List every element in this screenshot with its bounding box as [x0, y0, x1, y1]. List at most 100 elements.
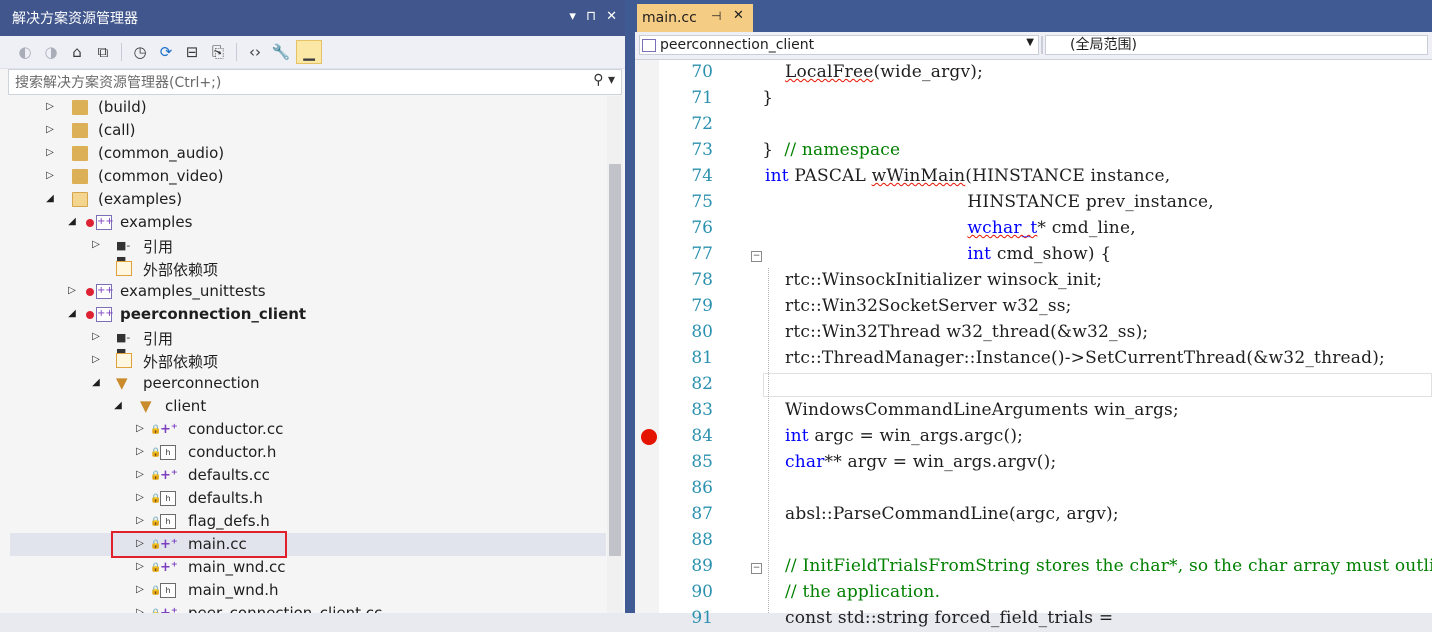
chevron-down-icon[interactable]: ▼ [1026, 37, 1034, 48]
preview-selected-items-icon[interactable]: ▁ [296, 40, 322, 64]
collapsed-arrow-icon[interactable]: ▷ [44, 101, 56, 112]
collapsed-arrow-icon[interactable]: ▷ [134, 492, 146, 503]
code-line[interactable]: 74 int PASCAL wWinMain(HINSTANCE instance… [635, 164, 1432, 190]
tree-scrollbar-thumb[interactable] [609, 164, 621, 556]
code-line[interactable]: 89 − // InitFieldTrialsFromString stores t… [635, 554, 1432, 580]
code-line[interactable]: 87 absl::ParseCommandLine(argc, argv); [635, 502, 1432, 528]
collapsed-arrow-icon[interactable]: ▷ [90, 331, 102, 342]
collapse-region-icon[interactable]: − [751, 251, 762, 262]
code-line[interactable]: 71} [635, 86, 1432, 112]
collapsed-arrow-icon[interactable]: ▷ [90, 239, 102, 250]
back-icon[interactable]: ◐ [14, 41, 36, 63]
breakpoint-icon[interactable] [641, 429, 657, 445]
line-number: 73 [691, 140, 713, 160]
tree-item[interactable]: ▷ 🔒 +⁺ defaults.cc [10, 464, 606, 487]
collapsed-arrow-icon[interactable]: ▷ [134, 446, 146, 457]
tree-item[interactable]: ▷ (build) [10, 96, 606, 119]
code-line[interactable]: 84 int argc = win_args.argc(); [635, 424, 1432, 450]
solution-explorer-title: 解决方案资源管理器 [12, 11, 138, 27]
code-line[interactable]: 79 rtc::Win32SocketServer w32_ss; [635, 294, 1432, 320]
code-line[interactable]: 78 rtc::WinsockInitializer winsock_init; [635, 268, 1432, 294]
show-all-files-icon[interactable]: ⎘ [207, 41, 229, 63]
code-line[interactable]: 82 [635, 372, 1432, 398]
tree-item[interactable]: ▷ 🔒 +⁺ conductor.cc [10, 418, 606, 441]
tree-item-label: (build) [98, 98, 147, 116]
code-line[interactable]: 91 const std::string forced_field_trials … [635, 606, 1432, 632]
collapsed-arrow-icon[interactable]: ▷ [90, 354, 102, 365]
tree-item[interactable]: ▷ (call) [10, 119, 606, 142]
tree-item[interactable]: 外部依赖项 [10, 257, 606, 280]
code-line[interactable]: 86 [635, 476, 1432, 502]
search-icon[interactable]: ⚲ ▾ [593, 72, 615, 88]
tree-item-label: 外部依赖项 [143, 353, 219, 371]
expanded-arrow-icon[interactable]: ◢ [44, 193, 56, 204]
tree-item[interactable]: ▷ 🔒 h main_wnd.h [10, 579, 606, 602]
solution-explorer-search-input[interactable]: 搜索解决方案资源管理器(Ctrl+;) ⚲ ▾ [8, 69, 622, 95]
tree-item[interactable]: ▷ 外部依赖项 [10, 349, 606, 372]
tree-item[interactable]: ▷ (common_audio) [10, 142, 606, 165]
switch-views-icon[interactable]: ⧉ [92, 41, 114, 63]
tree-item[interactable]: ▷ ■-■ 引用 [10, 326, 606, 359]
code-line[interactable]: 76 wchar_t* cmd_line, [635, 216, 1432, 242]
collapsed-arrow-icon[interactable]: ▷ [134, 607, 146, 613]
collapse-region-icon[interactable]: − [751, 563, 762, 574]
tree-item[interactable]: ▷ ++ examples_unittests [10, 280, 606, 303]
tree-item[interactable]: ▷🔒+⁺peer_connection_client.cc [10, 602, 606, 613]
project-dropdown[interactable]: peerconnection_client ▼ [639, 35, 1039, 55]
tab-close-icon[interactable]: ✕ [733, 8, 744, 23]
code-area[interactable]: 70 LocalFree(wide_argv); 71} 72 73} // names… [635, 60, 1432, 628]
expanded-arrow-icon[interactable]: ◢ [66, 216, 78, 227]
collapsed-arrow-icon[interactable]: ▷ [134, 469, 146, 480]
collapse-all-icon[interactable]: ⊟ [181, 41, 203, 63]
code-line[interactable]: 88 [635, 528, 1432, 554]
window-options-icon[interactable]: ▾ [569, 9, 576, 24]
tab-pin-icon[interactable]: ⊣ [711, 9, 721, 23]
code-line[interactable]: 80 rtc::Win32Thread w32_thread(&w32_ss); [635, 320, 1432, 346]
panel-splitter[interactable] [625, 0, 635, 613]
editor-panel: main.cc ⊣ ✕ peerconnection_client ▼ (全局范… [635, 0, 1432, 628]
code-line[interactable]: 85 char** argv = win_args.argv(); [635, 450, 1432, 476]
tree-item[interactable]: ◢ ++ examples [10, 211, 606, 234]
collapsed-arrow-icon[interactable]: ▷ [134, 515, 146, 526]
code-line[interactable]: 72 [635, 112, 1432, 138]
forward-icon[interactable]: ◑ [40, 41, 62, 63]
collapsed-arrow-icon[interactable]: ▷ [44, 124, 56, 135]
code-line[interactable]: 83 WindowsCommandLineArguments win_args; [635, 398, 1432, 424]
tree-item[interactable]: ▷ 🔒 h conductor.h [10, 441, 606, 464]
tree-item[interactable]: ◢ ▼ client [10, 395, 606, 418]
tree-item[interactable]: ▷ 🔒 h flag_defs.h [10, 510, 606, 533]
collapsed-arrow-icon[interactable]: ▷ [44, 147, 56, 158]
code-line[interactable]: 77 − int cmd_show) { [635, 242, 1432, 268]
view-code-icon[interactable]: ‹› [244, 41, 266, 63]
excluded-icon [86, 219, 94, 227]
collapsed-arrow-icon[interactable]: ▷ [134, 584, 146, 595]
code-line[interactable]: 81 rtc::ThreadManager::Instance()->SetCur… [635, 346, 1432, 372]
expanded-arrow-icon[interactable]: ◢ [90, 377, 102, 388]
tree-item[interactable]: ▷ (common_video) [10, 165, 606, 188]
code-line[interactable]: 90 // the application. [635, 580, 1432, 606]
tree-item[interactable]: ▷ 🔒 +⁺ main.cc [10, 533, 606, 556]
code-line[interactable]: 75 HINSTANCE prev_instance, [635, 190, 1432, 216]
pending-changes-filter-icon[interactable]: ◷ [129, 41, 151, 63]
collapsed-arrow-icon[interactable]: ▷ [134, 561, 146, 572]
collapsed-arrow-icon[interactable]: ▷ [66, 285, 78, 296]
expanded-arrow-icon[interactable]: ◢ [112, 400, 124, 411]
scope-dropdown[interactable]: (全局范围) [1045, 35, 1428, 55]
tree-item[interactable]: ▷ 🔒 +⁺ main_wnd.cc [10, 556, 606, 579]
expanded-arrow-icon[interactable]: ◢ [66, 308, 78, 319]
close-icon[interactable]: ✕ [606, 9, 617, 24]
tree-item[interactable]: ▷ ■-■ 引用 [10, 234, 606, 267]
sync-icon[interactable]: ⟳ [155, 41, 177, 63]
tree-item[interactable]: ▷ 🔒 h defaults.h [10, 487, 606, 510]
tab-main-cc[interactable]: main.cc ⊣ ✕ [637, 4, 753, 32]
tree-item[interactable]: ◢ (examples) [10, 188, 606, 211]
tree-item[interactable]: ◢ ++ peerconnection_client [10, 303, 606, 326]
properties-wrench-icon[interactable]: 🔧 [270, 41, 292, 63]
code-line[interactable]: 70 LocalFree(wide_argv); [635, 60, 1432, 86]
home-icon[interactable]: ⌂ [66, 41, 88, 63]
collapsed-arrow-icon[interactable]: ▷ [44, 170, 56, 181]
collapsed-arrow-icon[interactable]: ▷ [134, 423, 146, 434]
tree-item[interactable]: ◢ ▼ peerconnection [10, 372, 606, 395]
code-line[interactable]: 73} // namespace [635, 138, 1432, 164]
pin-icon[interactable]: ⊓ [586, 9, 596, 24]
